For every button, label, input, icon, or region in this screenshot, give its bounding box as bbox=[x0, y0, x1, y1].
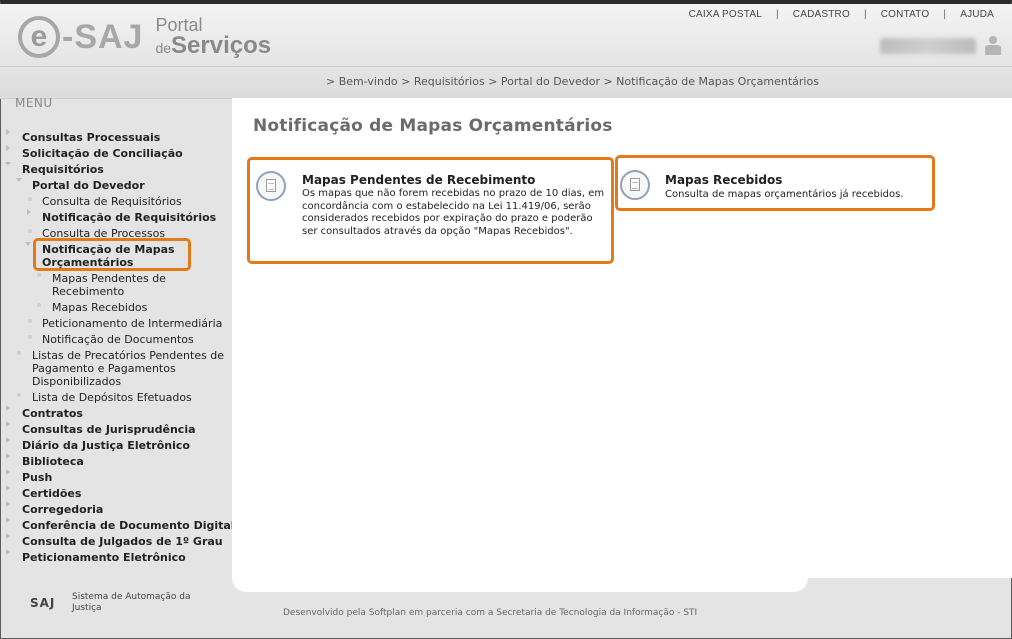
logo-saj-text: -SAJ bbox=[62, 17, 144, 56]
menu-item-certidoes[interactable]: Certidões bbox=[22, 487, 81, 500]
bullet-icon bbox=[28, 197, 32, 201]
menu-item-peticionamento-intermediaria[interactable]: Peticionamento de Intermediária bbox=[42, 317, 222, 330]
collapsed-arrow-icon bbox=[6, 469, 10, 475]
menu-item-consultas-jurisprudencia[interactable]: Consultas de Jurisprudência bbox=[22, 423, 196, 436]
collapsed-arrow-icon bbox=[6, 549, 10, 555]
collapsed-arrow-icon bbox=[6, 129, 10, 135]
breadcrumb: > Bem-vindo > Requisitórios > Portal do … bbox=[326, 75, 819, 88]
header-divider bbox=[0, 66, 1012, 67]
collapsed-arrow-icon bbox=[6, 485, 10, 491]
menu-item-corregedoria[interactable]: Corregedoria bbox=[22, 503, 103, 516]
nav-separator: | bbox=[943, 9, 947, 20]
menu-item-consultas-processuais[interactable]: Consultas Processuais bbox=[22, 131, 160, 144]
card-title-mapas-pendentes[interactable]: Mapas Pendentes de Recebimento bbox=[302, 173, 535, 187]
cadastro-link[interactable]: CADASTRO bbox=[793, 9, 850, 20]
breadcrumb-item[interactable]: > Requisitórios bbox=[401, 75, 485, 88]
menu-item-consulta-requisitorios[interactable]: Consulta de Requisitórios bbox=[42, 195, 182, 208]
bullet-icon bbox=[37, 303, 41, 307]
card-desc-mapas-pendentes: Os mapas que não forem recebidas no praz… bbox=[302, 188, 605, 237]
bullet-icon bbox=[37, 273, 41, 277]
collapsed-arrow-icon bbox=[6, 501, 10, 507]
collapsed-arrow-icon bbox=[6, 145, 10, 151]
collapsed-arrow-icon bbox=[6, 437, 10, 443]
collapsed-arrow-icon bbox=[6, 453, 10, 459]
nav-separator: | bbox=[863, 9, 867, 20]
menu-item-mapas-recebidos[interactable]: Mapas Recebidos bbox=[52, 301, 147, 314]
card-desc-mapas-recebidos: Consulta de mapas orçamentários já receb… bbox=[665, 189, 904, 200]
header: e -SAJ Portal deServiços CAIXA POSTAL | CA… bbox=[0, 4, 1012, 99]
collapsed-arrow-icon bbox=[6, 517, 10, 523]
esaj-logo[interactable]: e -SAJ Portal deServiços bbox=[18, 16, 271, 58]
footer-system-name: Sistema de Automação da Justiça bbox=[72, 592, 191, 613]
collapsed-arrow-icon bbox=[6, 421, 10, 427]
breadcrumb-item-current: > Notificação de Mapas Orçamentários bbox=[603, 75, 819, 88]
contato-link[interactable]: CONTATO bbox=[881, 9, 930, 20]
bullet-icon bbox=[28, 229, 32, 233]
bullet-icon bbox=[17, 351, 21, 355]
menu-item-diario-justica[interactable]: Diário da Justiça Eletrônico bbox=[22, 439, 190, 452]
ajuda-link[interactable]: AJUDA bbox=[960, 9, 994, 20]
bullet-icon bbox=[28, 319, 32, 323]
expanded-arrow-icon bbox=[25, 242, 31, 246]
footer-saj-logo: SAJ bbox=[30, 596, 56, 610]
caixa-postal-link[interactable]: CAIXA POSTAL bbox=[689, 9, 762, 20]
user-icon[interactable] bbox=[984, 35, 1002, 55]
menu-item-solicitacao-conciliacao[interactable]: Solicitação de Conciliação bbox=[22, 147, 183, 160]
menu-item-lista-depositos[interactable]: Lista de Depósitos Efetuados bbox=[32, 391, 192, 404]
expanded-arrow-icon bbox=[5, 162, 11, 166]
bullet-icon bbox=[17, 393, 21, 397]
menu-item-notificacao-documentos[interactable]: Notificação de Documentos bbox=[42, 333, 194, 346]
logo-portal-text: Portal deServiços bbox=[155, 16, 271, 58]
footer-credit: Desenvolvido pela Softplan em parceria c… bbox=[283, 608, 698, 618]
nav-separator: | bbox=[775, 9, 779, 20]
main-content-bottom bbox=[232, 578, 808, 592]
logo-de-word: de bbox=[155, 40, 172, 56]
menu-item-push[interactable]: Push bbox=[22, 471, 52, 484]
page-title: Notificação de Mapas Orçamentários bbox=[253, 116, 613, 136]
top-nav: CAIXA POSTAL | CADASTRO | CONTATO | AJUDA bbox=[689, 9, 994, 20]
card-title-mapas-recebidos[interactable]: Mapas Recebidos bbox=[665, 173, 782, 187]
menu-item-requisitorios[interactable]: Requisitórios bbox=[22, 163, 104, 176]
menu-item-contratos[interactable]: Contratos bbox=[22, 407, 83, 420]
document-icon bbox=[620, 170, 650, 200]
menu-item-conferencia-documento[interactable]: Conferência de Documento Digital bbox=[22, 519, 235, 532]
collapsed-arrow-icon bbox=[6, 533, 10, 539]
logo-servicos-word: Serviços bbox=[171, 32, 272, 59]
menu-item-peticionamento-eletronico[interactable]: Peticionamento Eletrônico bbox=[22, 551, 186, 564]
expanded-arrow-icon bbox=[16, 178, 22, 182]
menu-item-mapas-pendentes[interactable]: Mapas Pendentes de Recebimento bbox=[52, 272, 192, 298]
user-name-blurred bbox=[880, 38, 976, 54]
menu-item-consulta-julgados[interactable]: Consulta de Julgados de 1º Grau bbox=[22, 535, 223, 548]
menu-item-biblioteca[interactable]: Biblioteca bbox=[22, 455, 84, 468]
menu-item-listas-precatorios[interactable]: Listas de Precatórios Pendentes de Pagam… bbox=[32, 349, 228, 388]
highlight-box bbox=[33, 238, 191, 271]
bullet-icon bbox=[28, 335, 32, 339]
document-icon bbox=[256, 171, 286, 201]
menu-title: MENU bbox=[15, 96, 53, 110]
menu-item-portal-do-devedor[interactable]: Portal do Devedor bbox=[32, 179, 145, 192]
breadcrumb-item[interactable]: > Portal do Devedor bbox=[488, 75, 600, 88]
breadcrumb-item[interactable]: > Bem-vindo bbox=[326, 75, 398, 88]
menu-item-notificacao-requisitorios[interactable]: Notificação de Requisitórios bbox=[42, 211, 216, 224]
collapsed-arrow-icon bbox=[27, 209, 31, 215]
collapsed-arrow-icon bbox=[6, 405, 10, 411]
logo-e-mark: e bbox=[18, 16, 60, 58]
